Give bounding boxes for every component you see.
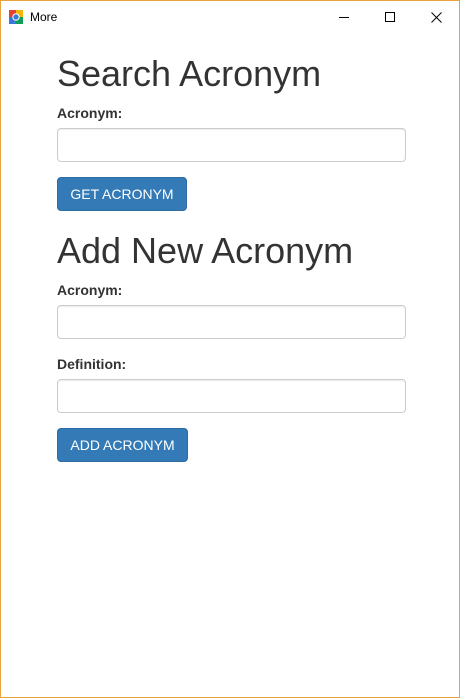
- app-icon: [9, 10, 23, 24]
- search-acronym-input[interactable]: [57, 128, 406, 162]
- search-acronym-label: Acronym:: [57, 105, 123, 121]
- maximize-button[interactable]: [367, 1, 413, 33]
- close-button[interactable]: [413, 1, 459, 33]
- get-acronym-button[interactable]: GET ACRONYM: [57, 177, 187, 211]
- title-bar[interactable]: More: [1, 1, 459, 34]
- minimize-button[interactable]: [321, 1, 367, 33]
- app-window: More Search Acronym Acronym: GET ACRONYM…: [0, 0, 460, 698]
- close-icon: [430, 11, 442, 23]
- minimize-icon: [339, 17, 349, 18]
- window-title: More: [30, 10, 58, 24]
- definition-input[interactable]: [57, 379, 406, 413]
- search-heading: Search Acronym: [57, 53, 322, 94]
- add-acronym-button[interactable]: ADD ACRONYM: [57, 428, 188, 462]
- maximize-icon: [385, 12, 395, 22]
- add-acronym-label: Acronym:: [57, 282, 123, 298]
- add-heading: Add New Acronym: [57, 230, 354, 271]
- definition-label: Definition:: [57, 356, 127, 372]
- add-acronym-input[interactable]: [57, 305, 406, 339]
